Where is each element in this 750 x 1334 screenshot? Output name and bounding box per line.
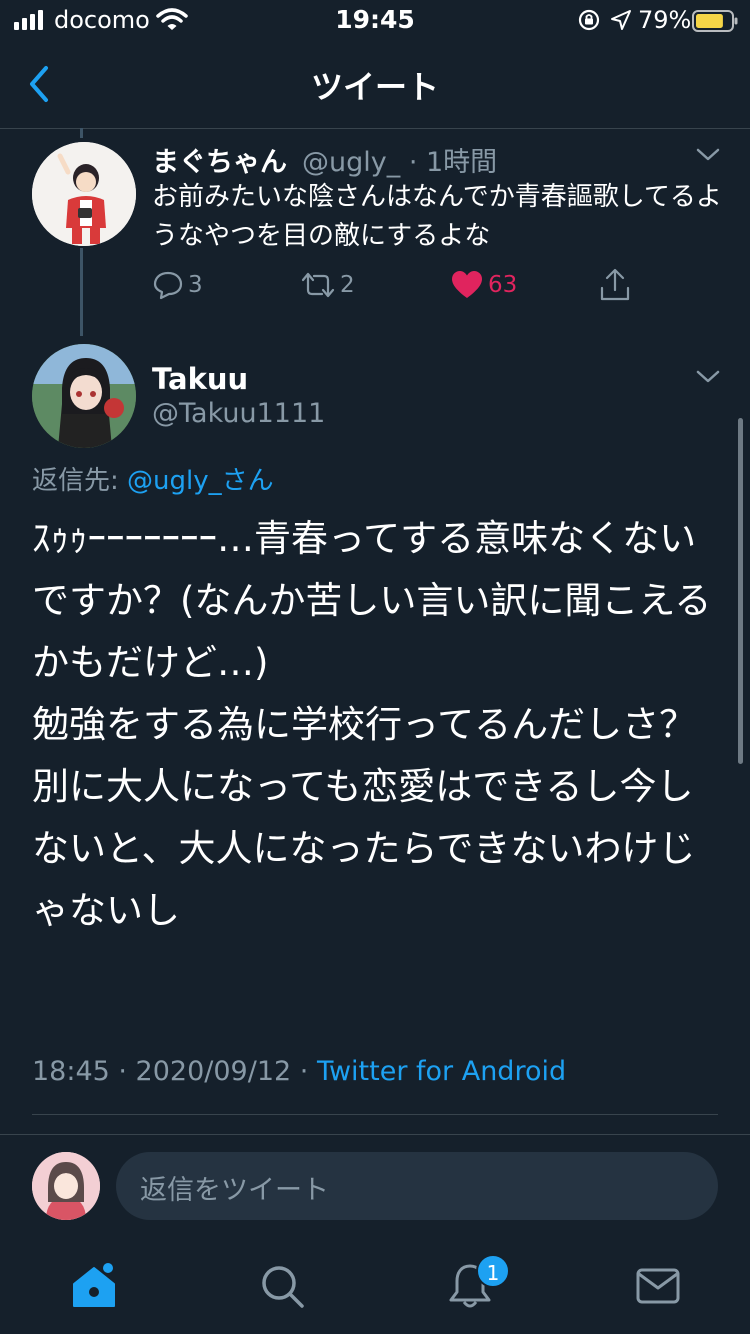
- reply-mention-link[interactable]: @ugly_さん: [127, 466, 274, 496]
- retweet-icon: [301, 272, 335, 298]
- thread-line: [80, 248, 83, 336]
- tweet-text: お前みたいな陰さんはなんでか青春謳歌してるようなやつを目の敵にするよな: [152, 182, 722, 251]
- mail-icon[interactable]: [634, 1262, 682, 1310]
- scrollbar[interactable]: [738, 418, 743, 764]
- author-name[interactable]: まぐちゃん: [152, 140, 287, 179]
- author-name[interactable]: Takuu: [152, 362, 248, 396]
- tweet-source-link[interactable]: Twitter for Android: [317, 1056, 566, 1087]
- status-bar: docomo 19:45 79%: [0, 0, 750, 40]
- reply-to-line: 返信先: @ugly_さん: [32, 460, 274, 497]
- divider: [32, 1114, 718, 1115]
- chevron-down-icon[interactable]: [694, 366, 722, 388]
- search-icon[interactable]: [258, 1262, 306, 1310]
- avatar[interactable]: [32, 142, 136, 246]
- like-count: 63: [488, 272, 518, 298]
- battery-icon: [692, 10, 738, 32]
- avatar[interactable]: [32, 1152, 100, 1220]
- like-button[interactable]: 63: [450, 268, 517, 302]
- tweet-meta: 18:45 · 2020/09/12 · Twitter for Android: [32, 1056, 566, 1087]
- author-handle: @Takuu1111: [152, 398, 326, 429]
- thread-line: [80, 128, 83, 138]
- tweet-date: 18:45 · 2020/09/12 ·: [32, 1056, 317, 1087]
- retweet-button[interactable]: 2: [300, 268, 355, 302]
- heart-icon: [452, 271, 482, 298]
- battery-percent: 79%: [638, 6, 692, 34]
- avatar[interactable]: [32, 344, 136, 448]
- reply-count: 3: [188, 272, 203, 298]
- header-divider: [0, 128, 750, 129]
- reply-input-placeholder: 返信をツイート: [140, 1175, 329, 1206]
- author-handle-time: @ugly_ · 1時間: [302, 147, 498, 178]
- share-button[interactable]: [598, 268, 632, 302]
- location-icon: [611, 10, 631, 30]
- home-icon[interactable]: [70, 1262, 118, 1310]
- orientation-lock-icon: [578, 9, 600, 31]
- reply-to-label: 返信先:: [32, 466, 128, 496]
- chevron-down-icon[interactable]: [694, 144, 722, 166]
- divider: [0, 1134, 750, 1135]
- reply-button[interactable]: 3: [152, 268, 203, 302]
- share-icon: [600, 268, 630, 301]
- reply-icon: [153, 271, 183, 300]
- tweet-text: ｽｩｩｰｰｰｰｰｰｰ…青春ってする意味なくないですか？(なんか苦しい言い訳に聞こ…: [32, 517, 712, 932]
- notification-badge: 1: [476, 1254, 510, 1288]
- retweet-count: 2: [340, 272, 355, 298]
- page-title: ツイート: [310, 68, 439, 106]
